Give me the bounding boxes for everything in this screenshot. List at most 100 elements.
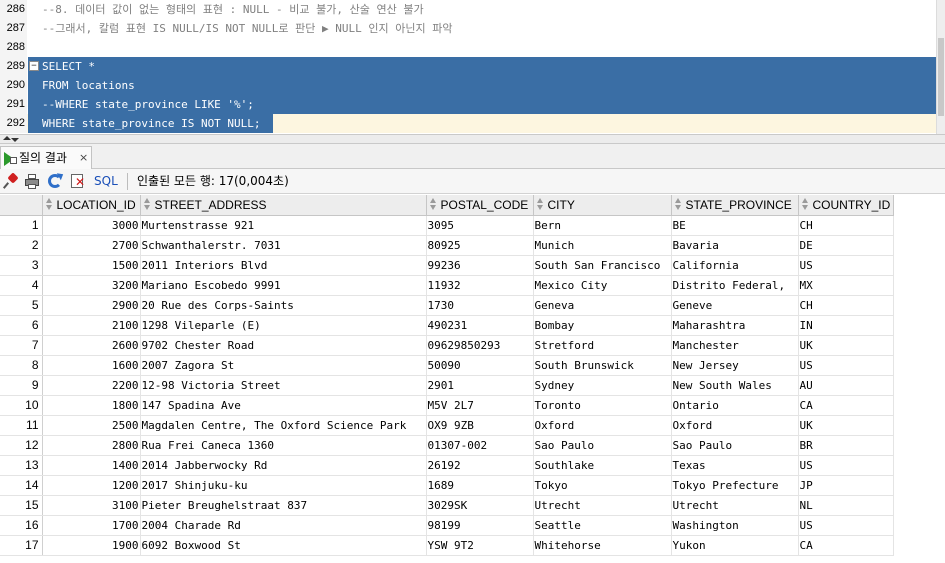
editor-line-current[interactable]: 292 WHERE state_province IS NOT NULL; [0,114,945,133]
cell-state-province[interactable]: Ontario [671,395,799,416]
column-header-street-address[interactable]: STREET_ADDRESS [140,195,427,216]
cell-street-address[interactable]: 2014 Jabberwocky Rd [140,455,427,476]
sort-icon[interactable] [674,197,683,212]
cell-country-id[interactable]: CA [798,395,894,416]
cell-street-address[interactable]: 147 Spadina Ave [140,395,427,416]
cell-country-id[interactable]: MX [798,275,894,296]
cell-location-id[interactable]: 2100 [42,315,141,336]
cell-city[interactable]: Geneva [533,295,672,316]
cell-postal-code[interactable]: M5V 2L7 [426,395,534,416]
cell-location-id[interactable]: 1400 [42,455,141,476]
code-from[interactable]: FROM locations [42,76,135,95]
cell-street-address[interactable]: 12-98 Victoria Street [140,375,427,396]
cell-location-id[interactable]: 1800 [42,395,141,416]
table-row[interactable]: 6 2100 1298 Vileparle (E) 490231 Bombay Mahar… [0,315,894,336]
column-header-country-id[interactable]: COUNTRY_ID [798,195,894,216]
cell-location-id[interactable]: 3000 [42,215,141,236]
cell-street-address[interactable]: Magdalen Centre, The Oxford Science Park [140,415,427,436]
tab-query-result[interactable]: 질의 결과 × [0,146,92,169]
cell-city[interactable]: South Brunswick [533,355,672,376]
table-row[interactable]: 8 1600 2007 Zagora St 50090 South Brunswick N… [0,355,894,376]
cell-location-id[interactable]: 1900 [42,535,141,556]
cell-street-address[interactable]: Schwanthalerstr. 7031 [140,235,427,256]
collapse-up-icon[interactable] [3,136,11,140]
cell-country-id[interactable]: CA [798,535,894,556]
editor-line[interactable]: 289 − SELECT * [0,57,945,76]
cell-location-id[interactable]: 1500 [42,255,141,276]
cell-postal-code[interactable]: 3029SK [426,495,534,516]
cell-state-province[interactable]: Distrito Federal, [671,275,799,296]
cell-country-id[interactable]: US [798,455,894,476]
cell-city[interactable]: Seattle [533,515,672,536]
table-row[interactable]: 2 2700 Schwanthalerstr. 7031 80925 Munich Bav… [0,235,894,256]
table-row[interactable]: 11 2500 Magdalen Centre, The Oxford Scienc… [0,415,894,436]
cell-street-address[interactable]: 1298 Vileparle (E) [140,315,427,336]
scrollbar-thumb[interactable] [938,38,944,116]
table-row[interactable]: 13 1400 2014 Jabberwocky Rd 26192 Southlake T… [0,455,894,476]
refresh-icon[interactable] [47,170,66,189]
cell-location-id[interactable]: 1700 [42,515,141,536]
cell-postal-code[interactable]: OX9 9ZB [426,415,534,436]
column-header-city[interactable]: CITY [533,195,672,216]
cell-postal-code[interactable]: 98199 [426,515,534,536]
cell-postal-code[interactable]: 01307-002 [426,435,534,456]
cell-postal-code[interactable]: 3095 [426,215,534,236]
cell-state-province[interactable]: BE [671,215,799,236]
cell-street-address[interactable]: 2017 Shinjuku-ku [140,475,427,496]
cell-city[interactable]: Utrecht [533,495,672,516]
cell-state-province[interactable]: Geneve [671,295,799,316]
cell-location-id[interactable]: 2600 [42,335,141,356]
cell-postal-code[interactable]: 99236 [426,255,534,276]
cell-street-address[interactable]: 6092 Boxwood St [140,535,427,556]
cell-postal-code[interactable]: YSW 9T2 [426,535,534,556]
cell-city[interactable]: Southlake [533,455,672,476]
editor-line[interactable]: 287 --그래서, 칼럼 표현 IS NULL/IS NOT NULL로 판단… [0,19,945,38]
cell-postal-code[interactable]: 11932 [426,275,534,296]
table-row[interactable]: 16 1700 2004 Charade Rd 98199 Seattle Washing… [0,515,894,536]
close-icon[interactable]: × [79,150,88,166]
table-row[interactable]: 17 1900 6092 Boxwood St YSW 9T2 Whitehorse Yu… [0,535,894,556]
pane-splitter[interactable] [0,134,945,144]
cell-state-province[interactable]: Washington [671,515,799,536]
table-row[interactable]: 3 1500 2011 Interiors Blvd 99236 South San F… [0,255,894,276]
cell-country-id[interactable]: NL [798,495,894,516]
editor-scrollbar[interactable] [936,0,945,134]
cell-postal-code[interactable]: 490231 [426,315,534,336]
table-row[interactable]: 1 3000 Murtenstrasse 921 3095 Bern BE CH [0,215,894,236]
code-comment[interactable]: --8. 데이터 값이 없는 형태의 표현 : NULL - 비교 불가, 산술… [42,0,424,19]
sql-button[interactable]: SQL [94,173,118,189]
cell-state-province[interactable]: Bavaria [671,235,799,256]
cell-postal-code[interactable]: 1689 [426,475,534,496]
table-row[interactable]: 15 3100 Pieter Breughelstraat 837 3029SK Utr… [0,495,894,516]
collapse-down-icon[interactable] [11,138,19,142]
sort-icon[interactable] [429,197,438,212]
cell-state-province[interactable]: Oxford [671,415,799,436]
cell-state-province[interactable]: New South Wales [671,375,799,396]
sql-editor[interactable]: 286 --8. 데이터 값이 없는 형태의 표현 : NULL - 비교 불가… [0,0,945,134]
print-icon[interactable] [24,173,40,189]
cell-country-id[interactable]: BR [798,435,894,456]
cell-country-id[interactable]: JP [798,475,894,496]
cell-state-province[interactable]: California [671,255,799,276]
cell-state-province[interactable]: Yukon [671,535,799,556]
cell-city[interactable]: Toronto [533,395,672,416]
cell-city[interactable]: Sydney [533,375,672,396]
cell-city[interactable]: Bern [533,215,672,236]
table-row[interactable]: 9 2200 12-98 Victoria Street 2901 Sydney New … [0,375,894,396]
cell-postal-code[interactable]: 26192 [426,455,534,476]
table-row[interactable]: 5 2900 20 Rue des Corps-Saints 1730 Geneva Ge… [0,295,894,316]
editor-line[interactable]: 288 [0,38,945,57]
cell-city[interactable]: Tokyo [533,475,672,496]
table-row[interactable]: 4 3200 Mariano Escobedo 9991 11932 Mexico Ci… [0,275,894,296]
cell-city[interactable]: South San Francisco [533,255,672,276]
code-comment[interactable]: --그래서, 칼럼 표현 IS NULL/IS NOT NULL로 판단 ▶ N… [42,19,452,38]
pin-icon[interactable] [2,172,19,189]
cell-location-id[interactable]: 2900 [42,295,141,316]
sort-icon[interactable] [536,197,545,212]
cell-location-id[interactable]: 3100 [42,495,141,516]
cell-city[interactable]: Munich [533,235,672,256]
editor-line[interactable]: 291 --WHERE state_province LIKE '%'; [0,95,945,114]
cell-location-id[interactable]: 2800 [42,435,141,456]
cell-country-id[interactable]: DE [798,235,894,256]
column-header-location-id[interactable]: LOCATION_ID [42,195,141,216]
